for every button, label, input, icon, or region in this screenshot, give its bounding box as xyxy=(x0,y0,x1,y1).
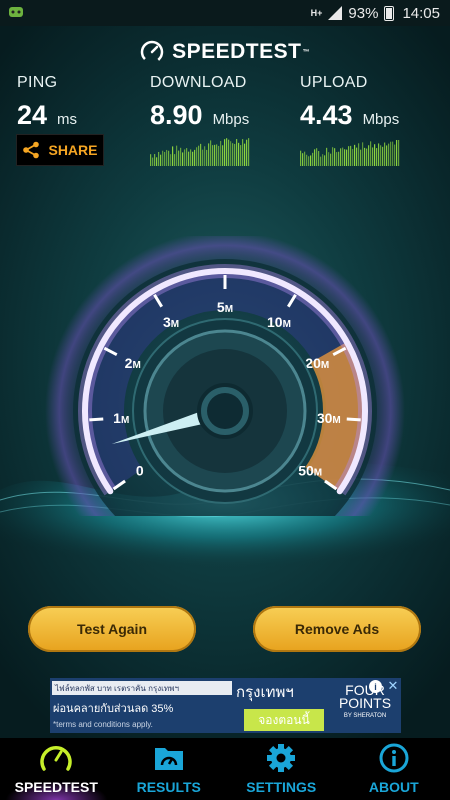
nav-speedtest[interactable]: SPEEDTEST xyxy=(0,738,113,800)
upload-metric: UPLOAD 4.43 Mbps xyxy=(300,74,399,131)
gauge-tick xyxy=(346,417,361,422)
nav-results[interactable]: RESULTS xyxy=(113,738,226,800)
gauge-tick xyxy=(89,417,104,422)
download-unit: Mbps xyxy=(212,111,250,128)
nav-label-settings: SETTINGS xyxy=(246,779,317,795)
download-label: DOWNLOAD xyxy=(150,74,247,91)
nav-label-speedtest: SPEEDTEST xyxy=(14,779,98,795)
trademark: ™ xyxy=(302,48,310,56)
signal-icon xyxy=(328,6,343,20)
info-icon xyxy=(379,743,409,773)
ping-metric: PING 24 ms xyxy=(17,74,77,131)
nav-label-results: RESULTS xyxy=(136,779,201,795)
gauge-tick-label: 0 xyxy=(136,463,144,479)
ping-value: 24 xyxy=(17,100,48,130)
ad-banner[interactable]: ไฟล์ทลกพัส บาท เรตราคัน กรุงเทพฯ กรุงเทพ… xyxy=(50,678,401,733)
download-graph xyxy=(150,138,250,166)
ping-label: PING xyxy=(17,74,58,91)
ad-book-button[interactable]: จองตอนนี้ xyxy=(244,709,324,731)
test-again-button[interactable]: Test Again xyxy=(28,606,196,652)
ad-brand-line2: POINTS xyxy=(338,695,392,711)
upload-label: UPLOAD xyxy=(300,74,368,91)
nav-about[interactable]: ABOUT xyxy=(338,738,450,800)
ad-terms: *terms and conditions apply. xyxy=(53,720,153,729)
network-type: H+ xyxy=(310,8,323,18)
upload-unit: Mbps xyxy=(362,111,400,128)
ad-city: กรุงเทพฯ xyxy=(236,684,294,701)
battery-percent: 93% xyxy=(348,4,379,22)
notification-app-icon xyxy=(9,7,23,17)
ad-brand-sub: BY SHERATON xyxy=(343,713,387,719)
upload-value: 4.43 xyxy=(300,100,353,130)
app-logo: SPEEDTEST ™ xyxy=(0,38,450,66)
ad-promo: ผ่อนคลายกับส่วนลด 35% xyxy=(53,703,174,715)
speedometer-icon xyxy=(40,746,72,771)
status-bar: H+ 93% 14:05 xyxy=(0,0,450,26)
brand-name: SPEEDTEST xyxy=(172,40,302,63)
ad-headline: ไฟล์ทลกพัส บาท เรตราคัน กรุงเทพฯ xyxy=(52,681,232,695)
download-metric: DOWNLOAD 8.90 Mbps xyxy=(150,74,249,131)
download-value: 8.90 xyxy=(150,100,203,130)
ping-unit: ms xyxy=(57,111,78,128)
nav-label-about: ABOUT xyxy=(368,779,419,795)
upload-graph xyxy=(300,140,400,166)
ad-close-icon[interactable]: ✕ xyxy=(386,678,400,693)
speed-gauge: 01M2M3M5M10M20M30M50M xyxy=(45,236,405,516)
nav-settings[interactable]: SETTINGS xyxy=(225,738,338,800)
speedometer-logo-icon xyxy=(140,40,164,64)
remove-ads-button[interactable]: Remove Ads xyxy=(253,606,421,652)
clock: 14:05 xyxy=(402,4,440,22)
share-label: SHARE xyxy=(48,142,98,158)
bottom-nav: SPEEDTEST RESULTS SETTINGS ABOUT xyxy=(0,738,450,800)
share-icon xyxy=(23,141,40,159)
ad-info-icon[interactable]: i xyxy=(369,680,382,693)
share-button[interactable]: SHARE xyxy=(16,134,104,166)
folder-icon xyxy=(154,748,183,770)
battery-icon xyxy=(384,5,395,21)
gear-icon xyxy=(267,744,296,772)
